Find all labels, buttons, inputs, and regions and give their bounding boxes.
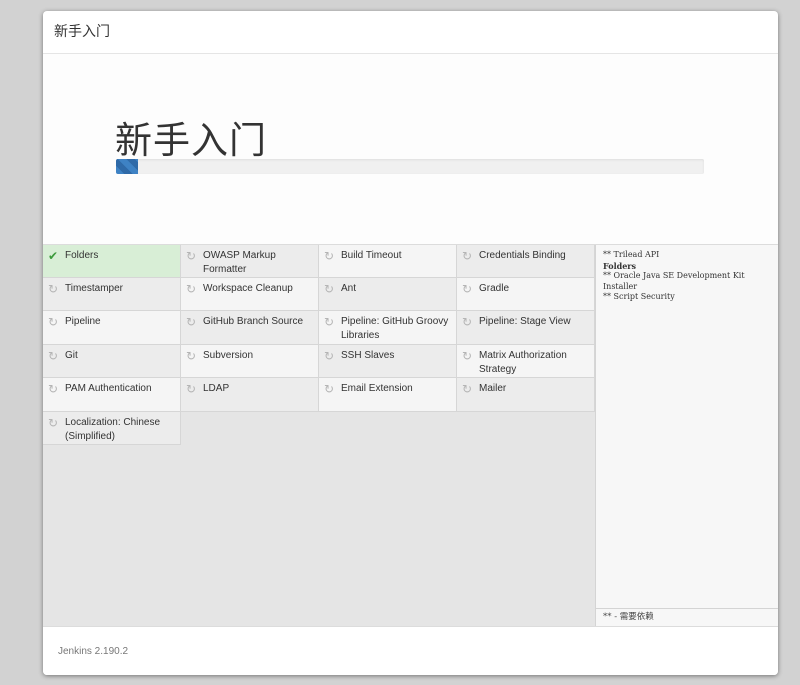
plugin-tile: ↻ Email Extension — [319, 378, 457, 412]
plugin-tile: ↻ Git — [43, 345, 181, 378]
setup-wizard-dialog: 新手入门 新手入门 ✔ Folders ↻ OWASP Markup Formatte… — [43, 11, 778, 675]
plugin-label: Timestamper — [65, 283, 123, 294]
plugin-label: OWASP Markup Formatter — [203, 250, 276, 275]
plugin-label: Pipeline: GitHub Groovy Libraries — [341, 316, 449, 341]
spinner-icon: ↻ — [461, 315, 473, 329]
log-legend: ** - 需要依赖 — [596, 608, 778, 626]
spinner-icon: ↻ — [323, 249, 335, 263]
spinner-icon: ↻ — [185, 382, 197, 396]
spinner-icon: ↻ — [323, 349, 335, 363]
spinner-icon: ↻ — [47, 349, 59, 363]
plugin-tile: ↻ Timestamper — [43, 278, 181, 311]
spinner-icon: ↻ — [461, 349, 473, 363]
spinner-icon: ↻ — [461, 249, 473, 263]
plugin-tile: ↻ Credentials Binding — [457, 245, 595, 278]
jenkins-version: Jenkins 2.190.2 — [58, 646, 129, 657]
plugin-label: Credentials Binding — [479, 250, 566, 261]
plugin-label: LDAP — [203, 383, 230, 394]
plugin-tile: ↻ Workspace Cleanup — [181, 278, 319, 311]
plugin-tile: ↻ Gradle — [457, 278, 595, 311]
check-icon: ✔ — [47, 249, 59, 263]
plugin-tile: ↻ GitHub Branch Source — [181, 311, 319, 345]
spinner-icon: ↻ — [47, 382, 59, 396]
plugin-tile: ↻ Mailer — [457, 378, 595, 412]
plugin-tile: ↻ Ant — [319, 278, 457, 311]
install-log-panel[interactable]: ** Trilead API Folders ** Oracle Java SE D… — [595, 245, 778, 626]
install-progress-bar — [116, 159, 704, 174]
plugin-label: Folders — [65, 250, 99, 261]
spinner-icon: ↻ — [461, 382, 473, 396]
plugin-label: Email Extension — [341, 383, 413, 394]
plugin-label: Subversion — [203, 350, 254, 361]
plugin-label: Localization: Chinese (Simplified) — [65, 417, 161, 442]
install-progress-fill — [116, 159, 138, 174]
plugin-install-area: ✔ Folders ↻ OWASP Markup Formatter ↻ Build Ti… — [43, 245, 778, 626]
plugin-tile: ↻ Build Timeout — [319, 245, 457, 278]
spinner-icon: ↻ — [47, 416, 59, 430]
spinner-icon: ↻ — [323, 315, 335, 329]
plugin-label: Pipeline: Stage View — [479, 316, 571, 327]
plugin-label: GitHub Branch Source — [203, 316, 304, 327]
spinner-icon: ↻ — [185, 282, 197, 296]
plugin-label: SSH Slaves — [341, 350, 395, 361]
plugin-label: Pipeline — [65, 316, 101, 327]
plugin-label: Build Timeout — [341, 250, 402, 261]
spinner-icon: ↻ — [461, 282, 473, 296]
plugin-tile: ↻ PAM Authentication — [43, 378, 181, 412]
spinner-icon: ↻ — [185, 349, 197, 363]
plugin-tile: ↻ SSH Slaves — [319, 345, 457, 378]
plugin-tile: ✔ Folders — [43, 245, 181, 278]
log-line: ** Script Security — [603, 292, 675, 301]
plugin-tile: ↻ LDAP — [181, 378, 319, 412]
hero-panel: 新手入门 — [43, 54, 778, 245]
plugin-tile: ↻ Localization: Chinese (Simplified) — [43, 412, 181, 445]
plugin-label: Ant — [341, 283, 357, 294]
log-line: ** Oracle Java SE Development Kit Instal… — [603, 271, 748, 291]
plugin-tile: ↻ Matrix Authorization Strategy — [457, 345, 595, 378]
plugin-label: Workspace Cleanup — [203, 283, 293, 294]
plugin-label: PAM Authentication — [65, 383, 152, 394]
plugin-label: Mailer — [479, 383, 507, 394]
spinner-icon: ↻ — [323, 382, 335, 396]
plugin-tile: ↻ Pipeline: Stage View — [457, 311, 595, 345]
dialog-footer: Jenkins 2.190.2 — [43, 626, 778, 675]
dialog-header-title: 新手入门 — [43, 11, 778, 54]
spinner-icon: ↻ — [47, 315, 59, 329]
plugin-label: Git — [65, 350, 78, 361]
install-log-text: ** Trilead API Folders ** Oracle Java SE D… — [603, 250, 775, 303]
spinner-icon: ↻ — [323, 282, 335, 296]
plugin-tile: ↻ Pipeline — [43, 311, 181, 345]
log-line: ** Trilead API — [603, 250, 660, 259]
log-line: Folders — [603, 260, 637, 271]
plugin-tile: ↻ OWASP Markup Formatter — [181, 245, 319, 278]
plugin-label: Gradle — [479, 283, 510, 294]
spinner-icon: ↻ — [47, 282, 59, 296]
spinner-icon: ↻ — [185, 249, 197, 263]
page-title: 新手入门 — [115, 119, 267, 162]
plugin-label: Matrix Authorization Strategy — [479, 350, 567, 375]
spinner-icon: ↻ — [185, 315, 197, 329]
plugin-tile: ↻ Subversion — [181, 345, 319, 378]
plugin-tile: ↻ Pipeline: GitHub Groovy Libraries — [319, 311, 457, 345]
